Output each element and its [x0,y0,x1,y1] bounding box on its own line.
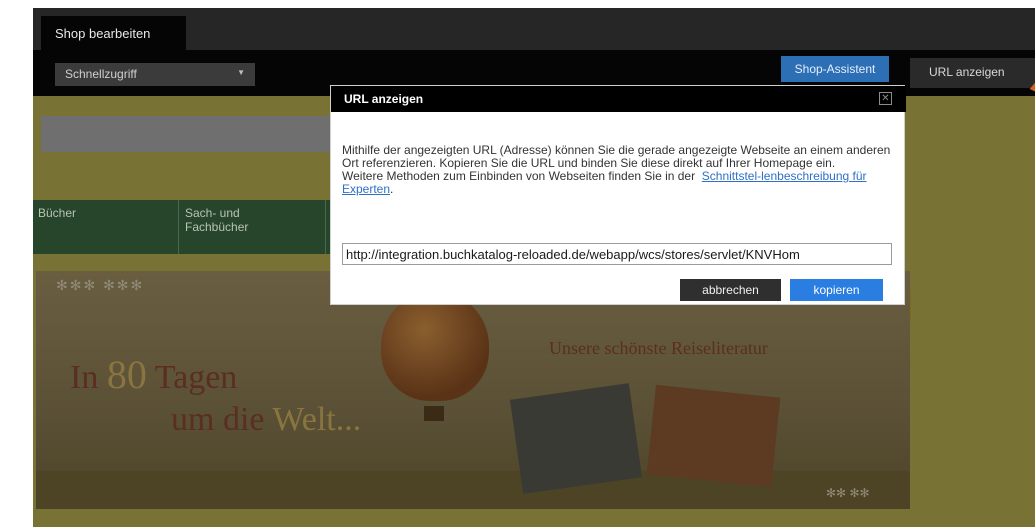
decoration-stars: ✻✻ ✻✻ [826,486,870,500]
banner-tagline: Unsere schönste Reiseliteratur [549,338,768,358]
nav-divider [325,200,326,254]
nav-item-buecher[interactable]: Bücher [38,206,76,220]
book-image [509,383,643,494]
banner-title-number: 80 [106,352,147,397]
link-suffix: . [390,182,394,196]
cancel-button[interactable]: abbrechen [680,279,781,301]
dialog-header: URL anzeigen ✕ [331,86,906,112]
show-url-button[interactable]: URL anzeigen [910,58,1035,88]
hot-air-balloon-image [381,291,489,401]
dialog-description: Mithilfe der angezeigten URL (Adresse) k… [342,144,902,196]
promo-banner[interactable]: ✻✻✻ ✻✻✻ In 80 Tagen um die Welt... Unser… [36,271,910,509]
banner-title-in: In [70,359,99,396]
screen: Shop bearbeiten Schnellzugriff ▼ Shop-As… [0,0,1035,527]
decoration-stars: ✻✻✻ ✻✻✻ [56,277,145,293]
banner-title-around: um die [171,401,265,438]
banner-heading-line1: In 80 Tagen [70,351,237,398]
dialog-title: URL anzeigen [344,92,424,106]
quick-access-label: Schnellzugriff [65,67,137,81]
nav-divider [178,200,179,254]
banner-title-world: Welt... [272,401,362,438]
close-icon[interactable]: ✕ [879,92,892,105]
banner-ground [36,471,910,509]
banner-heading-line2: um die Welt... [171,401,361,439]
banner-title-days: Tagen [154,359,238,396]
category-nav: Bücher Sach- und Fachbücher [33,200,333,254]
url-field[interactable] [342,243,892,265]
copy-button[interactable]: kopieren [790,279,883,301]
dialog-paragraph2: Weitere Methoden zum Einbinden von Webse… [342,169,696,183]
balloon-basket-image [424,406,444,421]
chevron-down-icon: ▼ [237,68,245,77]
shop-assistant-button[interactable]: Shop-Assistent [781,56,889,82]
nav-item-sach-und-fachbuecher[interactable]: Sach- und Fachbücher [185,206,275,234]
book-image [646,384,781,488]
tab-shop-bearbeiten[interactable]: Shop bearbeiten [41,16,186,50]
dialog-paragraph1: Mithilfe der angezeigten URL (Adresse) k… [342,143,891,170]
search-bar [41,116,371,152]
tab-bar: Shop bearbeiten [33,8,1035,50]
url-dialog: URL anzeigen ✕ Mithilfe der angezeigten … [330,85,906,305]
quick-access-dropdown[interactable]: Schnellzugriff ▼ [55,63,255,86]
